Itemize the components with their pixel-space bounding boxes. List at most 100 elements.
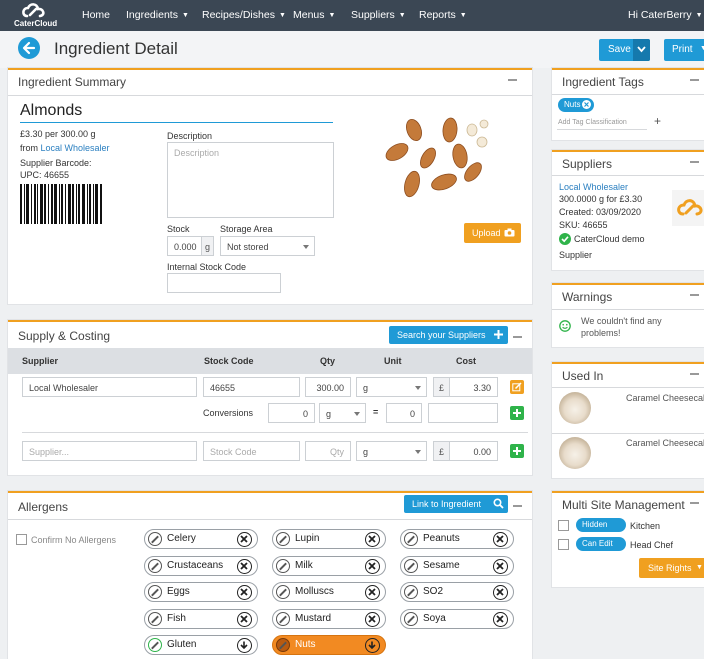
caret-down-icon: ▼	[696, 564, 703, 571]
remove-icon[interactable]	[365, 559, 380, 574]
confirm-no-allergens-checkbox[interactable]	[16, 534, 27, 545]
hidden-badge[interactable]: Hidden	[576, 518, 626, 532]
collapse-icon[interactable]	[513, 505, 522, 507]
remove-icon[interactable]	[237, 612, 252, 627]
catercloud-logo[interactable]: CaterCloud	[14, 2, 57, 30]
link-to-ingredient-button[interactable]: Link to Ingredient	[404, 495, 508, 513]
collapse-icon[interactable]	[690, 294, 699, 296]
add-conversion-button[interactable]	[510, 406, 524, 420]
nav-menus[interactable]: Menus ▼	[293, 9, 335, 21]
stock-input[interactable]: 0.000	[167, 236, 202, 256]
ingredient-tags-heading: Ingredient Tags	[562, 75, 644, 89]
nav-ingredients[interactable]: Ingredients ▼	[126, 9, 189, 21]
internal-stock-code-input[interactable]	[167, 273, 281, 293]
collapse-icon[interactable]	[690, 161, 699, 163]
conversion-unit-value: g	[326, 409, 332, 419]
arrow-down-circle-icon[interactable]	[237, 638, 252, 653]
remove-icon[interactable]	[493, 612, 508, 627]
unit-select[interactable]: g	[356, 377, 427, 397]
nav-recipes-label: Recipes/Dishes	[202, 9, 275, 21]
remove-icon[interactable]	[365, 612, 380, 627]
new-cost-input[interactable]: 0.00	[449, 441, 498, 461]
supplier-link[interactable]: Local Wholesaler	[41, 143, 110, 153]
collapse-icon[interactable]	[690, 373, 699, 375]
print-button[interactable]: Print ▼	[664, 39, 704, 61]
add-tag-icon[interactable]: +	[654, 114, 661, 128]
recipe-thumbnail[interactable]	[559, 392, 591, 424]
allergen-soya[interactable]: Soya	[400, 609, 514, 629]
save-button[interactable]: Save	[599, 39, 650, 61]
nav-recipes[interactable]: Recipes/Dishes ▼	[202, 9, 286, 21]
description-field[interactable]: Description	[167, 142, 334, 218]
allergen-label: Lupin	[295, 533, 320, 544]
allergen-so2[interactable]: SO2	[400, 582, 514, 602]
back-button[interactable]	[18, 37, 40, 59]
supplier-account: CaterCloud demo	[574, 234, 645, 244]
upload-button[interactable]: Upload	[464, 223, 521, 243]
new-supplier-input[interactable]: Supplier...	[22, 441, 197, 461]
chevron-down-icon	[637, 46, 646, 53]
warnings-heading: Warnings	[562, 290, 613, 304]
site-rights-button[interactable]: Site Rights ▼	[639, 558, 704, 578]
allergen-peanuts[interactable]: Peanuts	[400, 529, 514, 549]
arrow-down-circle-icon[interactable]	[365, 638, 380, 653]
allergen-molluscs[interactable]: Molluscs	[272, 582, 386, 602]
new-stock-code-input[interactable]: Stock Code	[203, 441, 300, 461]
allergen-milk[interactable]: Milk	[272, 556, 386, 576]
allergen-eggs[interactable]: Eggs	[144, 582, 258, 602]
new-qty-input[interactable]: Qty	[305, 441, 351, 461]
stock-code-input[interactable]: 46655	[203, 377, 300, 397]
remove-icon[interactable]	[365, 532, 380, 547]
allergen-fish[interactable]: Fish	[144, 609, 258, 629]
remove-icon[interactable]	[237, 585, 252, 600]
remove-icon[interactable]	[365, 585, 380, 600]
qty-input[interactable]: 300.00	[305, 377, 351, 397]
save-label: Save	[608, 44, 631, 55]
storage-area-select[interactable]: Not stored	[220, 236, 315, 256]
search-suppliers-button[interactable]: Search your Suppliers	[389, 326, 508, 344]
collapse-icon[interactable]	[508, 79, 517, 81]
conversion-from-input[interactable]: 0	[268, 403, 315, 423]
remove-icon[interactable]	[237, 532, 252, 547]
allergen-nuts[interactable]: Nuts	[272, 635, 386, 655]
user-menu[interactable]: Hi CaterBerry ▼	[628, 9, 703, 21]
edit-button[interactable]	[510, 380, 524, 394]
allergen-sesame[interactable]: Sesame	[400, 556, 514, 576]
remove-icon[interactable]	[493, 559, 508, 574]
remove-icon[interactable]	[237, 559, 252, 574]
supplier-input[interactable]: Local Wholesaler	[22, 377, 197, 397]
used-in-recipe-2[interactable]: Caramel Cheesecake	[626, 438, 704, 448]
nav-suppliers[interactable]: Suppliers ▼	[351, 9, 406, 21]
ingredient-name[interactable]: Almonds	[20, 102, 82, 120]
collapse-icon[interactable]	[690, 79, 699, 81]
allergen-mustard[interactable]: Mustard	[272, 609, 386, 629]
allergen-gluten[interactable]: Gluten	[144, 635, 258, 655]
nav-reports[interactable]: Reports ▼	[419, 9, 467, 21]
collapse-icon[interactable]	[690, 502, 699, 504]
site-checkbox-kitchen[interactable]	[558, 520, 569, 531]
allergen-label: Fish	[167, 613, 186, 624]
allergen-celery[interactable]: Celery	[144, 529, 258, 549]
add-tag-placeholder[interactable]: Add Tag Classification	[558, 119, 627, 126]
cost-input[interactable]: 3.30	[449, 377, 498, 397]
save-options-toggle[interactable]	[633, 39, 650, 61]
tag-chip[interactable]: Nuts	[558, 98, 594, 112]
add-supplier-row-button[interactable]	[510, 444, 524, 458]
remove-icon[interactable]	[493, 532, 508, 547]
conversion-to-input[interactable]: 0	[386, 403, 422, 423]
conversion-unit-select[interactable]: g	[319, 403, 366, 423]
remove-tag-icon[interactable]	[582, 100, 591, 109]
nav-home[interactable]: Home	[82, 9, 110, 21]
upc-value: UPC: 46655	[20, 170, 70, 180]
can-edit-badge[interactable]: Can Edit	[576, 537, 626, 551]
conversion-extra-input[interactable]	[428, 403, 498, 423]
new-unit-select[interactable]: g	[356, 441, 427, 461]
allergen-crustaceans[interactable]: Crustaceans	[144, 556, 258, 576]
remove-icon[interactable]	[493, 585, 508, 600]
collapse-icon[interactable]	[513, 336, 522, 338]
recipe-thumbnail[interactable]	[559, 437, 591, 469]
allergen-lupin[interactable]: Lupin	[272, 529, 386, 549]
used-in-recipe-1[interactable]: Caramel Cheesecake	[626, 393, 704, 403]
site-checkbox-head-chef[interactable]	[558, 539, 569, 550]
supplier-panel-link[interactable]: Local Wholesaler	[559, 182, 628, 192]
